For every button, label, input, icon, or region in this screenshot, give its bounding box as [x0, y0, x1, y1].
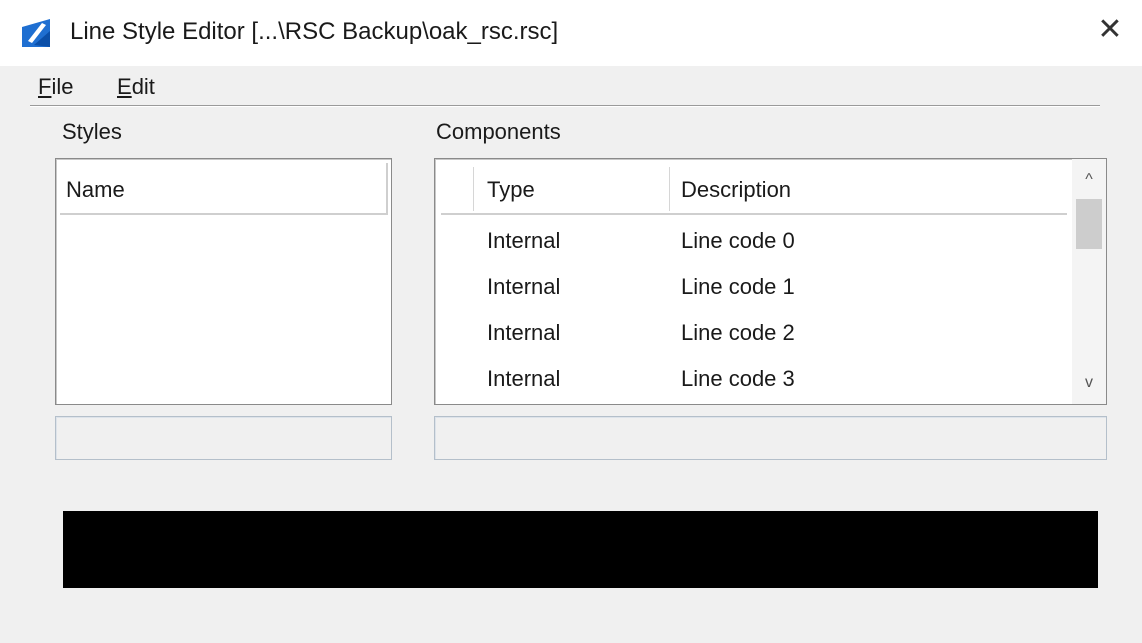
- cell-type: Internal: [487, 228, 561, 253]
- cell-description: Line code 2: [681, 320, 795, 345]
- close-button[interactable]: ✕: [1092, 12, 1128, 48]
- menu-file[interactable]: File: [38, 74, 73, 100]
- styles-label: Styles: [62, 119, 122, 144]
- cell-type: Internal: [487, 320, 561, 345]
- menu-separator-highlight: [30, 106, 1100, 107]
- table-row[interactable]: Internal Line code 1: [441, 264, 1067, 308]
- table-row[interactable]: Internal Line code 0: [441, 218, 1067, 262]
- line-style-preview: [63, 511, 1098, 588]
- cell-type: Internal: [487, 366, 561, 391]
- cell-description: Line code 1: [681, 274, 795, 299]
- title-bar: Line Style Editor [...\RSC Backup\oak_rs…: [0, 0, 1142, 66]
- line-style-editor-app-icon: [22, 19, 50, 47]
- table-row[interactable]: Internal Line code 3: [441, 356, 1067, 400]
- style-name-field[interactable]: [55, 416, 392, 460]
- menu-edit[interactable]: Edit: [117, 74, 155, 100]
- components-list[interactable]: Type Description Internal Line code 0 In…: [434, 158, 1107, 405]
- cell-description: Line code 0: [681, 228, 795, 253]
- styles-list-header[interactable]: Name: [60, 163, 388, 215]
- cell-description: Line code 3: [681, 366, 795, 391]
- column-header-description[interactable]: Description: [681, 177, 791, 203]
- styles-list[interactable]: Name: [55, 158, 392, 405]
- cell-type: Internal: [487, 274, 561, 299]
- window-title: Line Style Editor [...\RSC Backup\oak_rs…: [70, 18, 559, 45]
- table-row[interactable]: Internal Line code 2: [441, 310, 1067, 354]
- header-divider: [669, 167, 670, 211]
- scroll-thumb[interactable]: [1076, 199, 1102, 249]
- header-divider: [473, 167, 474, 211]
- menu-bar: File Edit: [0, 66, 1142, 106]
- components-scrollbar[interactable]: ^ v: [1072, 159, 1106, 404]
- components-label: Components: [436, 119, 561, 144]
- column-header-name[interactable]: Name: [66, 177, 125, 203]
- scroll-down-icon[interactable]: v: [1072, 368, 1106, 398]
- scroll-up-icon[interactable]: ^: [1072, 165, 1106, 195]
- column-header-type[interactable]: Type: [487, 177, 535, 203]
- component-description-field[interactable]: [434, 416, 1107, 460]
- components-list-header: Type Description: [441, 163, 1067, 215]
